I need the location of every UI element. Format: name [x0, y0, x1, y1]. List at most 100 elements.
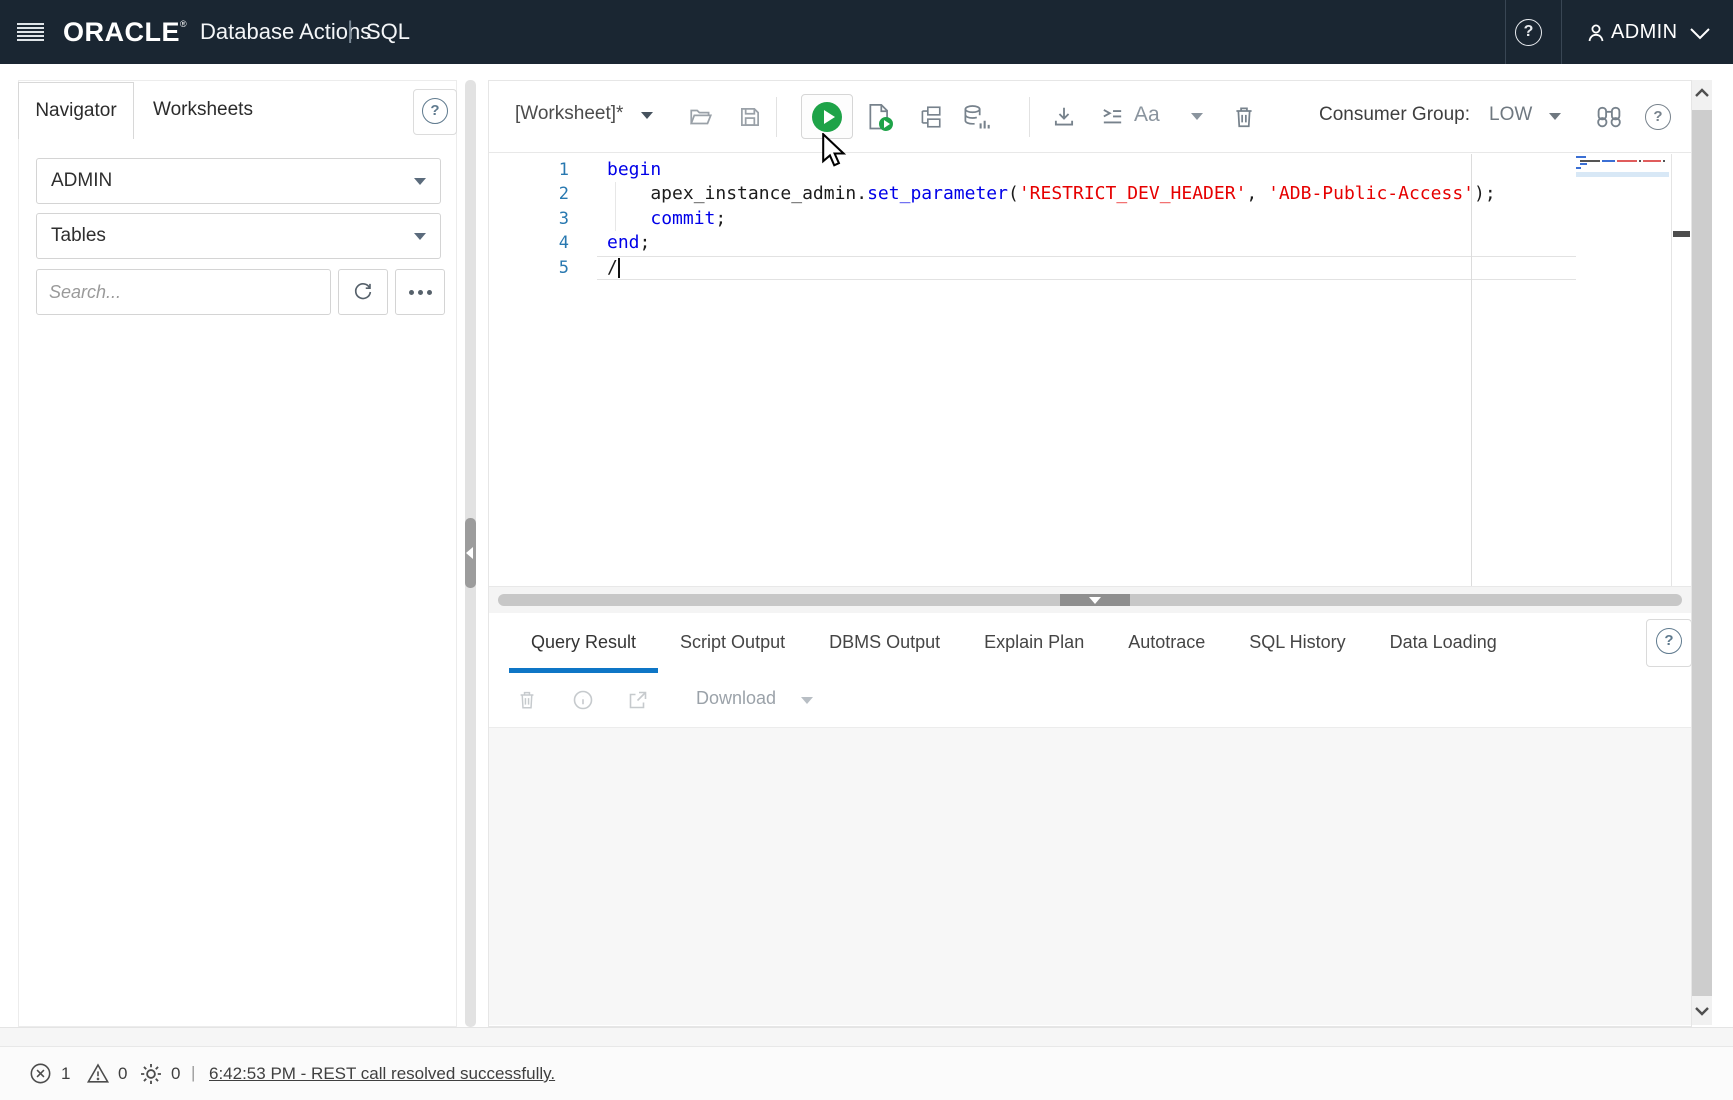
tab-data-loading[interactable]: Data Loading: [1368, 613, 1519, 673]
line-number: 3: [529, 207, 569, 231]
tab-sql-history[interactable]: SQL History: [1227, 613, 1367, 673]
result-info-button[interactable]: [571, 688, 595, 712]
processes-indicator[interactable]: [138, 1061, 164, 1087]
code-token: ;: [640, 232, 651, 253]
toolbar-divider: [1029, 97, 1030, 137]
tab-autotrace[interactable]: Autotrace: [1106, 613, 1227, 673]
navigator-help-button[interactable]: ?: [413, 89, 457, 135]
hamburger-menu-icon[interactable]: [17, 23, 44, 41]
download-results-button[interactable]: Download: [696, 688, 776, 709]
line-number: 5: [529, 256, 569, 280]
footer-strip: [0, 1027, 1733, 1046]
trash-icon: [1236, 108, 1251, 111]
code-line[interactable]: /: [607, 256, 1496, 280]
format-button[interactable]: [1099, 104, 1126, 130]
run-script-play-badge: [879, 117, 893, 131]
header-help-icon[interactable]: ?: [1515, 19, 1542, 46]
worksheet-selector[interactable]: [Worksheet]*: [515, 103, 623, 125]
code-token: begin: [607, 159, 661, 180]
collapse-left-icon: [466, 547, 473, 559]
status-divider: |: [191, 1063, 195, 1083]
panel-splitter-handle[interactable]: [465, 518, 476, 588]
autotrace-icon: [965, 106, 979, 112]
results-help-button[interactable]: ?: [1646, 619, 1692, 667]
code-token: apex_instance_admin.: [607, 183, 867, 204]
worksheet-help-button[interactable]: ?: [1645, 104, 1671, 130]
ellipsis-icon: [396, 270, 444, 314]
errors-indicator[interactable]: [28, 1061, 53, 1086]
editor-code[interactable]: begin apex_instance_admin.set_parameter(…: [607, 158, 1496, 280]
more-actions-button[interactable]: [395, 269, 445, 315]
page-scrollbar[interactable]: [1692, 80, 1712, 1025]
user-chevron-down-icon[interactable]: [1688, 27, 1712, 41]
scroll-down-icon[interactable]: [1692, 1000, 1712, 1026]
font-size-button[interactable]: Aa: [1134, 103, 1160, 127]
object-type-select[interactable]: Tables: [36, 213, 441, 259]
tab-worksheets[interactable]: Worksheets: [153, 82, 253, 139]
toolbar-divider: [776, 97, 777, 137]
trash-icon: [521, 693, 534, 695]
code-token: (: [1008, 183, 1019, 204]
download-query-button[interactable]: [1051, 104, 1077, 130]
registered-mark: ®: [180, 19, 187, 29]
line-number: 2: [529, 182, 569, 206]
tab-explain-plan[interactable]: Explain Plan: [962, 613, 1106, 673]
clear-worksheet-button[interactable]: [1231, 103, 1257, 131]
tab-navigator[interactable]: Navigator: [18, 82, 134, 139]
chevron-down-icon: [414, 233, 426, 240]
line-number: 1: [529, 158, 569, 182]
download-icon: [1059, 107, 1068, 118]
scrollbar-thumb[interactable]: [1692, 110, 1712, 996]
font-size-chevron-icon[interactable]: [1191, 113, 1203, 120]
open-result-button[interactable]: [626, 688, 650, 712]
errors-count: 1: [61, 1064, 70, 1084]
worksheet-toolbar: [Worksheet]*: [489, 81, 1691, 153]
user-menu[interactable]: ADMIN: [1611, 21, 1677, 44]
tab-query-result[interactable]: Query Result: [509, 613, 658, 673]
tab-dbms-output[interactable]: DBMS Output: [807, 613, 962, 673]
download-chevron-icon[interactable]: [801, 697, 813, 704]
line-number: 4: [529, 231, 569, 255]
help-icon: ?: [1645, 104, 1671, 130]
code-line[interactable]: end;: [607, 231, 1496, 255]
code-token: 'ADB-Public-Access': [1268, 183, 1474, 204]
code-line[interactable]: apex_instance_admin.set_parameter('RESTR…: [607, 182, 1496, 206]
open-file-button[interactable]: [687, 104, 715, 130]
run-script-button[interactable]: [865, 102, 893, 132]
refresh-button[interactable]: [338, 269, 388, 315]
warnings-indicator[interactable]: [85, 1061, 111, 1086]
explain-plan-button[interactable]: [916, 104, 944, 130]
find-button[interactable]: [1594, 103, 1624, 131]
text-cursor: [618, 258, 620, 278]
code-token: );: [1474, 183, 1496, 204]
run-statement-button[interactable]: [801, 94, 853, 139]
object-type-select-value: Tables: [51, 225, 106, 246]
consumer-group-chevron-icon[interactable]: [1549, 113, 1561, 120]
sql-editor[interactable]: 12345 begin apex_instance_admin.set_para…: [489, 154, 1691, 586]
save-icon: [742, 108, 758, 124]
status-message-link[interactable]: 6:42:53 PM - REST call resolved successf…: [209, 1064, 555, 1084]
code-token: end: [607, 232, 640, 253]
tab-script-output[interactable]: Script Output: [658, 613, 807, 673]
results-splitter-handle[interactable]: [1060, 594, 1130, 606]
results-splitter-track: [489, 586, 1691, 613]
processes-count: 0: [171, 1064, 180, 1084]
search-input[interactable]: [36, 269, 331, 315]
chevron-down-icon: [414, 178, 426, 185]
clear-results-button[interactable]: [516, 688, 538, 712]
save-button[interactable]: [737, 104, 763, 130]
worksheet-chevron-down-icon[interactable]: [641, 112, 653, 119]
scroll-up-icon[interactable]: [1692, 82, 1712, 108]
code-line[interactable]: commit;: [607, 207, 1496, 231]
autotrace-button[interactable]: [961, 103, 991, 131]
consumer-group-select[interactable]: LOW: [1489, 104, 1532, 126]
run-icon: [812, 102, 842, 132]
code-token: ,: [1246, 183, 1268, 204]
refresh-icon: [352, 281, 374, 303]
editor-gutter: 12345: [529, 158, 569, 280]
editor-minimap[interactable]: [1576, 156, 1669, 177]
results-splitter-bar[interactable]: [498, 594, 1682, 606]
product-title: Database Actions: [200, 19, 371, 45]
code-line[interactable]: begin: [607, 158, 1496, 182]
schema-select[interactable]: ADMIN: [36, 158, 441, 204]
